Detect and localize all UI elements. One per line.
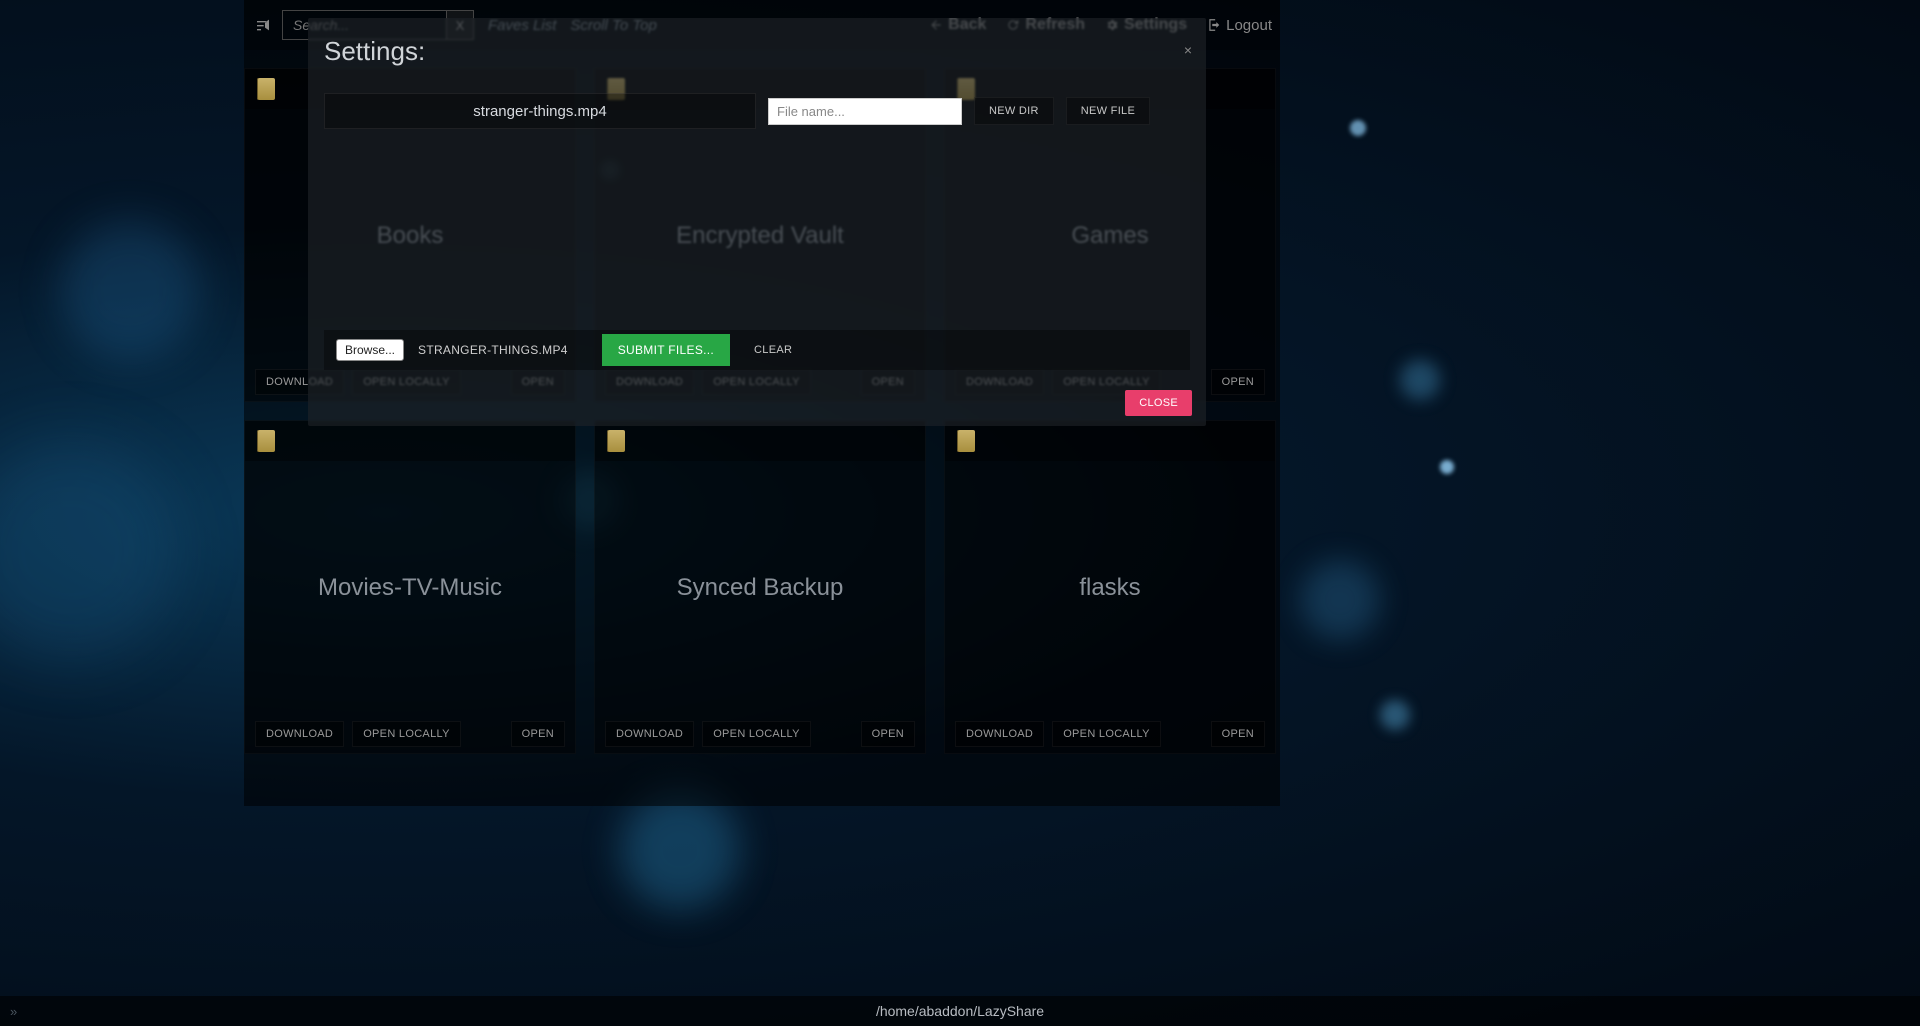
- clear-button[interactable]: CLEAR: [754, 344, 792, 356]
- picked-file-name: STRANGER-THINGS.MP4: [418, 343, 568, 357]
- footer-path: /home/abaddon/LazyShare: [876, 1003, 1044, 1019]
- submit-files-button[interactable]: SUBMIT FILES...: [602, 334, 730, 366]
- close-icon[interactable]: ×: [1184, 42, 1192, 58]
- modal-title: Settings:: [324, 36, 1190, 67]
- selected-file-display: stranger-things.mp4: [324, 93, 756, 129]
- filename-input[interactable]: [768, 98, 962, 125]
- settings-modal: Settings: × stranger-things.mp4 NEW DIR …: [308, 18, 1206, 426]
- footer: » /home/abaddon/LazyShare: [0, 996, 1920, 1026]
- new-dir-button[interactable]: NEW DIR: [974, 97, 1054, 125]
- new-file-button[interactable]: NEW FILE: [1066, 97, 1150, 125]
- browse-button[interactable]: Browse...: [336, 339, 404, 361]
- footer-expand-icon[interactable]: »: [10, 1004, 17, 1019]
- upload-row: Browse... STRANGER-THINGS.MP4 SUBMIT FIL…: [324, 330, 1190, 370]
- close-button[interactable]: CLOSE: [1125, 390, 1192, 416]
